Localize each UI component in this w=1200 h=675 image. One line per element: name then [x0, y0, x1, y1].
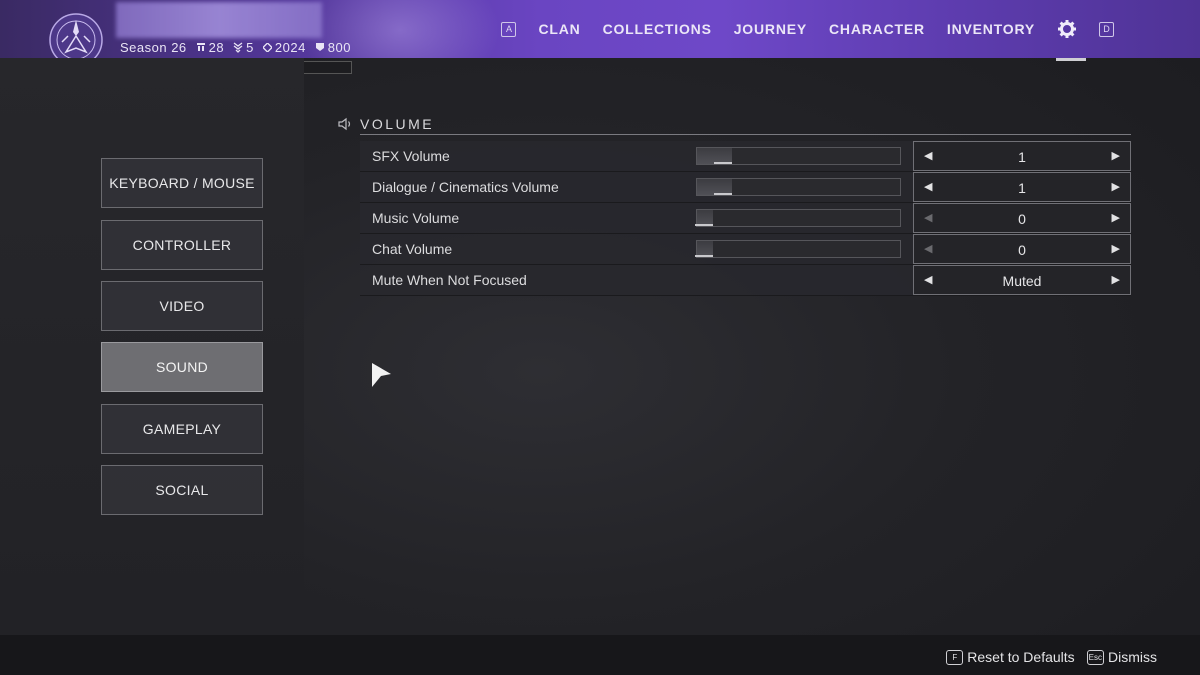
section-title: VOLUME: [360, 116, 435, 132]
dismiss-button[interactable]: Esc Dismiss: [1086, 649, 1157, 665]
reset-key-hint: F: [946, 649, 964, 665]
right-arrow-icon[interactable]: ▶: [1112, 273, 1120, 286]
reset-label: Reset to Defaults: [967, 649, 1075, 665]
chat-volume-stepper[interactable]: ◀ 0 ▶: [913, 234, 1131, 264]
bright-dust-stat: 800: [315, 40, 351, 55]
mute-when-not-focused-row[interactable]: Mute When Not Focused ◀ Muted ▶: [360, 265, 1131, 296]
stepper-value: 1: [1018, 149, 1026, 165]
slider-fill: [695, 210, 714, 226]
footer-actions: F Reset to Defaults Esc Dismiss: [946, 649, 1157, 665]
volume-section-header: VOLUME: [338, 116, 1131, 132]
sfx-volume-row[interactable]: SFX Volume ◀ 1 ▶: [360, 141, 1131, 172]
nav-right-key-hint: D: [1099, 21, 1114, 37]
section-divider: [360, 134, 1131, 135]
top-bar: Season 26 28 5 2024 800 A CLAN COLLECTIO…: [0, 0, 1200, 58]
player-name-blurred: [116, 2, 322, 38]
dialogue-volume-slider[interactable]: [696, 178, 901, 196]
commendation-stat: 5: [233, 40, 254, 55]
sfx-volume-stepper[interactable]: ◀ 1 ▶: [913, 141, 1131, 171]
music-volume-stepper[interactable]: ◀ 0 ▶: [913, 203, 1131, 233]
dialogue-volume-row[interactable]: Dialogue / Cinematics Volume ◀ 1 ▶: [360, 172, 1131, 203]
setting-label: Music Volume: [372, 210, 460, 226]
menu-sound[interactable]: SOUND: [101, 342, 263, 392]
speaker-icon: [338, 117, 351, 131]
nav-inventory[interactable]: INVENTORY: [947, 21, 1035, 37]
glimmer-stat: 2024: [262, 40, 306, 55]
chat-volume-row[interactable]: Chat Volume ◀ 0 ▶: [360, 234, 1131, 265]
stepper-value: Muted: [1002, 273, 1042, 289]
nav-character[interactable]: CHARACTER: [829, 21, 925, 37]
slider-fill: [697, 148, 732, 164]
right-arrow-icon[interactable]: ▶: [1112, 211, 1120, 224]
stepper-value: 0: [1018, 211, 1026, 227]
bright-dust-icon: [315, 43, 324, 51]
dismiss-label: Dismiss: [1108, 649, 1157, 665]
setting-label: Chat Volume: [372, 241, 453, 257]
season-stats: Season 26 28 5 2024 800: [120, 39, 351, 55]
main-nav: A CLAN COLLECTIONS JOURNEY CHARACTER INV…: [501, 0, 1114, 58]
emblem-icon[interactable]: [48, 12, 104, 58]
slider-fill: [697, 179, 732, 195]
nav-left-key-hint: A: [501, 21, 517, 37]
nav-clan[interactable]: CLAN: [538, 21, 580, 37]
menu-social[interactable]: SOCIAL: [101, 465, 263, 515]
right-arrow-icon[interactable]: ▶: [1112, 242, 1120, 255]
stepper-value: 1: [1018, 180, 1026, 196]
guardian-rank-stat: 28: [196, 40, 224, 55]
chat-volume-slider[interactable]: [695, 240, 901, 258]
music-volume-slider[interactable]: [695, 209, 901, 227]
mute-when-not-focused-stepper[interactable]: ◀ Muted ▶: [913, 265, 1131, 295]
menu-keyboard-mouse[interactable]: KEYBOARD / MOUSE: [101, 158, 263, 208]
setting-label: SFX Volume: [372, 148, 450, 164]
setting-label: Mute When Not Focused: [372, 272, 527, 288]
setting-label: Dialogue / Cinematics Volume: [372, 179, 559, 195]
stepper-value: 0: [1018, 242, 1026, 258]
glimmer-icon: [262, 42, 272, 52]
season-label: Season 26: [120, 39, 187, 55]
music-volume-row[interactable]: Music Volume ◀ 0 ▶: [360, 203, 1131, 234]
settings-tab-indicator: [1056, 58, 1086, 61]
dialogue-volume-stepper[interactable]: ◀ 1 ▶: [913, 172, 1131, 202]
right-arrow-icon[interactable]: ▶: [1112, 180, 1120, 193]
menu-video[interactable]: VIDEO: [101, 281, 263, 331]
sfx-volume-slider[interactable]: [696, 147, 901, 165]
cursor-icon: [372, 363, 391, 387]
reset-to-defaults-button[interactable]: F Reset to Defaults: [946, 649, 1075, 665]
dismiss-key-hint: Esc: [1086, 649, 1104, 665]
commendation-icon: [233, 41, 243, 53]
slider-fill: [695, 241, 714, 257]
right-arrow-icon[interactable]: ▶: [1112, 149, 1120, 162]
menu-gameplay[interactable]: GAMEPLAY: [101, 404, 263, 454]
menu-controller[interactable]: CONTROLLER: [101, 220, 263, 270]
nav-collections[interactable]: COLLECTIONS: [603, 21, 712, 37]
gear-icon[interactable]: [1057, 19, 1077, 39]
nav-journey[interactable]: JOURNEY: [734, 21, 807, 37]
guardian-rank-icon: [196, 43, 205, 51]
